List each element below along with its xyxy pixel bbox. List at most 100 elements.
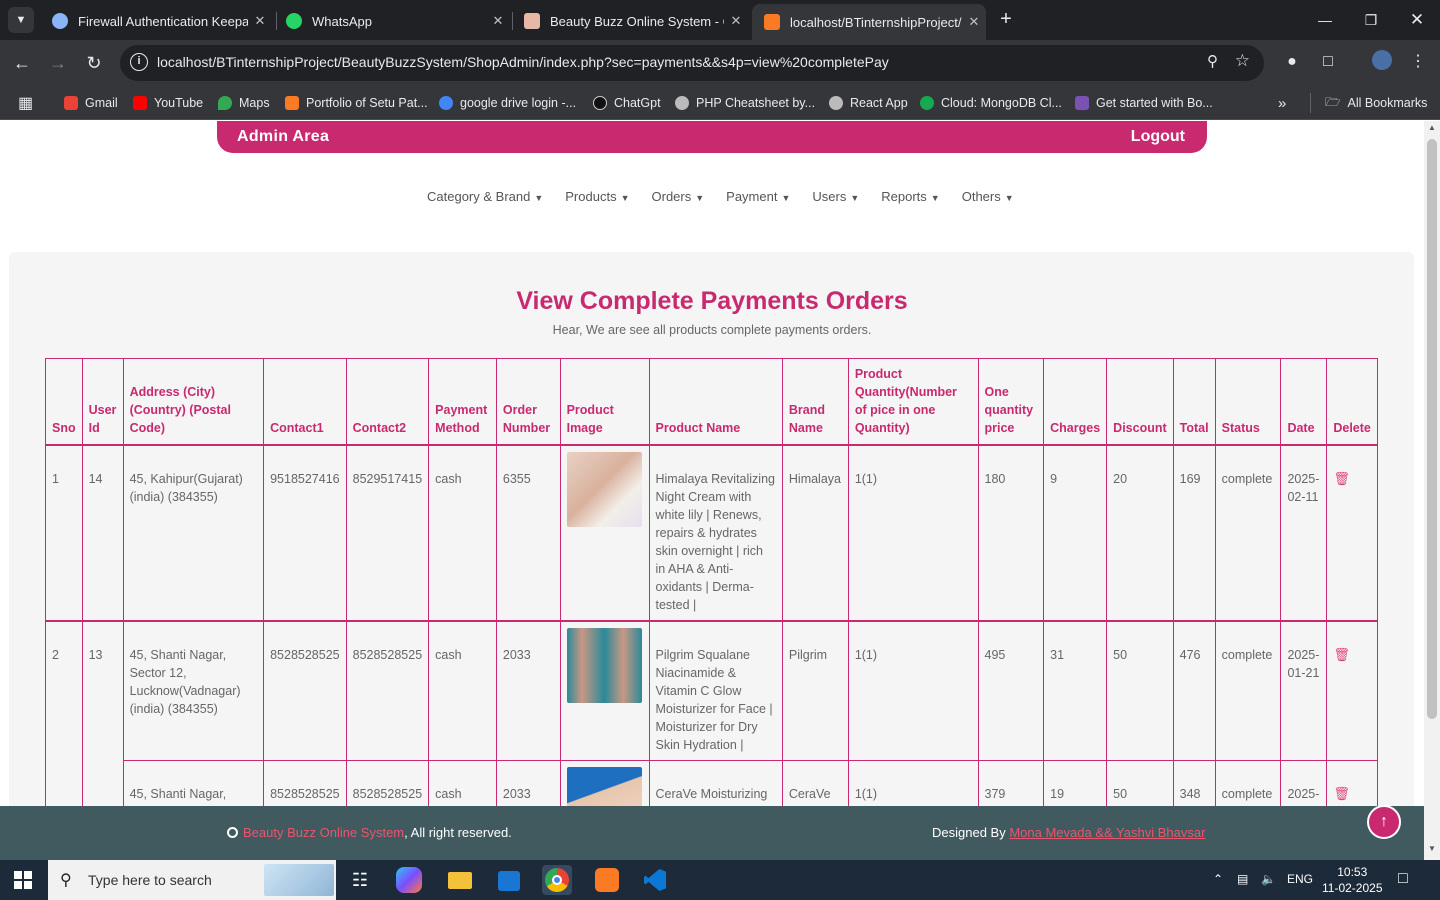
tab-search-button[interactable]: ▼ [8,7,34,33]
zoom-icon[interactable]: ⚲ [1207,52,1218,70]
tab-localhost-active[interactable]: localhost/BTinternshipProject/B ✕ [752,4,986,40]
nav-reports[interactable]: Reports ▼ [881,189,939,204]
bookmark-php-cheatsheet[interactable]: PHP Cheatsheet by... [675,92,815,114]
volume-icon[interactable]: 🔈 [1261,872,1276,886]
profile-circle-icon[interactable]: ● [1280,50,1304,74]
cell-product-image [559,444,650,621]
chrome-taskbar-icon[interactable] [542,865,572,895]
copilot-icon[interactable] [396,867,422,893]
task-view-icon[interactable]: ☷ [345,865,375,895]
maps-icon [218,96,232,110]
page-scrollbar[interactable]: ▲ ▼ [1424,121,1440,860]
taskbar-search-box[interactable]: ⚲ Type here to search [48,860,336,900]
back-to-top-button[interactable]: ↑ [1367,805,1401,839]
cell-contact1: 8528528525 [263,759,347,806]
minimize-button[interactable]: — [1310,8,1340,32]
cell-brand: Pilgrim [781,619,849,761]
nav-others[interactable]: Others ▼ [962,189,1014,204]
menu-kebab-icon[interactable]: ⋮ [1406,50,1430,74]
taskbar-clock[interactable]: 10:53 11-02-2025 [1322,864,1383,896]
chevron-down-icon: ▼ [620,193,630,203]
bootstrap-icon [1075,96,1089,110]
bookmark-bootstrap[interactable]: Get started with Bo... [1075,92,1213,114]
nav-users[interactable]: Users ▼ [812,189,859,204]
cell-user-id: 13 [81,619,124,806]
close-tab-icon[interactable]: ✕ [486,13,510,29]
footer-designed-by: Designed By Mona Mevada && Yashvi Bhavsa… [932,825,1206,840]
site-info-icon[interactable]: i [130,53,148,71]
cell-contact2: 8528528525 [345,619,430,761]
apps-grid-icon[interactable]: ▦ [18,92,33,114]
reload-button[interactable]: ↻ [80,49,108,77]
new-tab-button[interactable]: + [994,8,1018,32]
youtube-icon [133,96,147,110]
tray-chevron-up-icon[interactable]: ⌃ [1213,872,1223,886]
bookmark-google-drive[interactable]: google drive login -... [439,92,576,114]
close-tab-icon[interactable]: ✕ [724,13,748,29]
scrollbar-thumb[interactable] [1427,139,1437,719]
network-icon[interactable]: ▤ [1237,872,1248,886]
back-button[interactable]: ← [8,49,36,77]
cell-payment: cash [428,759,497,806]
tab-firewall[interactable]: Firewall Authentication Keepalive ✕ [40,6,272,36]
nav-payment[interactable]: Payment ▼ [726,189,790,204]
restore-button[interactable]: ❐ [1356,8,1386,32]
extensions-icon[interactable]: □ [1316,50,1340,74]
cell-status: complete [1214,619,1282,761]
mongodb-leaf-icon [920,96,934,110]
cell-delete: 🗑 [1326,759,1378,806]
trash-icon[interactable]: 🗑 [1333,471,1350,486]
trash-icon[interactable]: 🗑 [1333,647,1350,662]
bookmark-gmail[interactable]: Gmail [64,92,118,114]
col-charges: Charges [1043,358,1108,446]
nav-products[interactable]: Products ▼ [565,189,629,204]
notifications-icon[interactable]: □ [1398,870,1408,888]
url-text[interactable]: localhost/BTinternshipProject/BeautyBuzz… [157,54,889,70]
bookmark-star-icon[interactable]: ☆ [1235,51,1250,71]
cell-sno: 2 [45,619,83,806]
footer-designers-link[interactable]: Mona Mevada && Yashvi Bhavsar [1009,825,1205,840]
microsoft-store-icon[interactable] [494,865,524,895]
language-indicator[interactable]: ENG [1287,872,1313,886]
chevron-down-icon: ▼ [695,193,705,203]
bookmark-mongodb[interactable]: Cloud: MongoDB Cl... [920,92,1062,114]
cell-address: 45, Kahipur(Gujarat) (india) (384355) [122,444,265,621]
logout-button[interactable]: Logout [1131,128,1185,146]
windows-start-icon[interactable] [14,871,32,889]
col-user-id: User Id [81,358,124,446]
bookmark-react-app[interactable]: React App [829,92,908,114]
chatgpt-icon [593,96,607,110]
col-sno: Sno [45,358,83,446]
trash-icon[interactable]: 🗑 [1333,786,1350,801]
bookmark-chatgpt[interactable]: ChatGpt [593,92,661,114]
product-image [566,627,642,703]
scroll-up-arrow-icon[interactable]: ▲ [1424,123,1440,137]
cell-product-name: Pilgrim Squalane Niacinamide & Vitamin C… [648,619,783,761]
close-tab-icon[interactable]: ✕ [248,13,272,29]
tab-whatsapp[interactable]: WhatsApp ✕ [274,6,510,36]
col-total: Total [1172,358,1216,446]
all-bookmarks-folder[interactable]: 🗁 All Bookmarks [1325,92,1427,114]
page-content: Admin Area Logout Category & Brand ▼ Prod… [0,121,1424,806]
cell-charges: 19 [1043,759,1108,806]
nav-orders[interactable]: Orders ▼ [652,189,705,204]
vscode-taskbar-icon[interactable] [640,865,670,895]
forward-button[interactable]: → [44,49,72,77]
footer-site-link[interactable]: Beauty Buzz Online System [243,825,404,840]
tab-beauty-buzz[interactable]: Beauty Buzz Online System - Ch ✕ [512,6,748,36]
close-tab-icon[interactable]: ✕ [962,14,986,30]
bookmark-youtube[interactable]: YouTube [133,92,203,114]
bookmark-portfolio[interactable]: Portfolio of Setu Pat... [285,92,428,114]
file-explorer-icon[interactable] [446,865,476,895]
address-bar[interactable]: i localhost/BTinternshipProject/BeautyBu… [120,45,1264,81]
close-window-button[interactable]: ✕ [1402,8,1432,32]
more-bookmarks-chevron-icon[interactable]: » [1278,92,1286,114]
xampp-taskbar-icon[interactable] [592,865,622,895]
cell-charges: 9 [1043,444,1108,621]
page-subtitle: Hear, We are see all products complete p… [552,323,872,337]
cell-contact2: 8529517415 [345,444,430,621]
bookmark-maps[interactable]: Maps [218,92,270,114]
nav-category-brand[interactable]: Category & Brand ▼ [427,189,543,204]
scroll-down-arrow-icon[interactable]: ▼ [1424,844,1440,858]
avatar[interactable] [1370,50,1394,74]
